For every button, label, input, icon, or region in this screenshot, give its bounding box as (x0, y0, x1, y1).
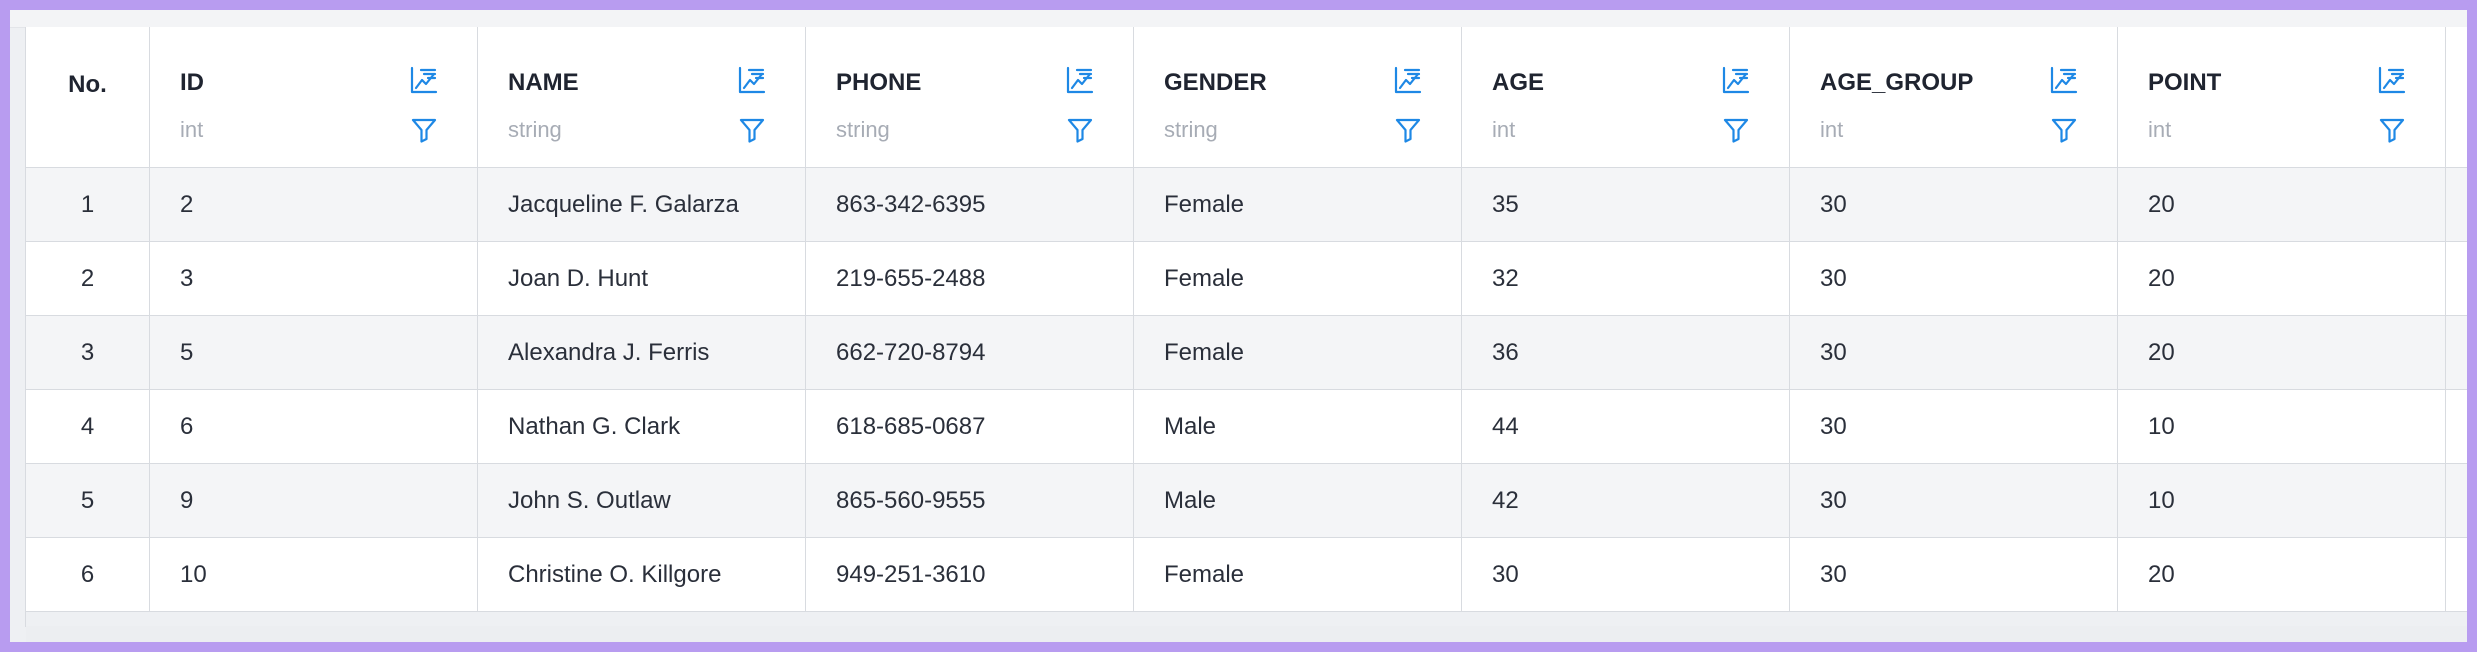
cell-id[interactable]: 10 (150, 538, 478, 612)
column-filter-icon[interactable] (2377, 115, 2407, 145)
column-type: int (2148, 117, 2172, 142)
column-type: int (1820, 117, 1844, 142)
row-number: 5 (26, 464, 150, 538)
column-stats-icon[interactable] (1721, 65, 1751, 95)
cell-age[interactable]: 35 (1462, 168, 1790, 242)
column-name: PHONE (836, 69, 922, 96)
cell-age[interactable]: 30 (1462, 538, 1790, 612)
cell-name[interactable]: John S. Outlaw (478, 464, 806, 538)
row-number: 3 (26, 316, 150, 390)
column-stats-icon[interactable] (409, 65, 439, 95)
column-stats-icon[interactable] (1393, 65, 1423, 95)
cell-phone[interactable]: 618-685-0687 (806, 390, 1134, 464)
cell-age[interactable]: 44 (1462, 390, 1790, 464)
column-filter-icon[interactable] (409, 115, 439, 145)
column-filter-icon[interactable] (2049, 115, 2079, 145)
column-type: int (180, 117, 204, 142)
cell-point[interactable]: 10 (2118, 464, 2446, 538)
cell-phone[interactable]: 219-655-2488 (806, 242, 1134, 316)
cell-age[interactable]: 36 (1462, 316, 1790, 390)
column-type: int (1492, 117, 1516, 142)
column-stats-icon[interactable] (1065, 65, 1095, 95)
header-age[interactable]: AGE int (1462, 27, 1790, 167)
cell-point[interactable]: 20 (2118, 168, 2446, 242)
row-number: 2 (26, 242, 150, 316)
row-number: 1 (26, 168, 150, 242)
row-number: 4 (26, 390, 150, 464)
column-name: AGE (1492, 69, 1545, 96)
cell-gender[interactable]: Female (1134, 168, 1462, 242)
table-row[interactable]: 5 9 John S. Outlaw 865-560-9555 Male 42 30 10 (26, 464, 2467, 538)
header-age-group[interactable]: AGE_GROUPint (1790, 27, 2118, 167)
column-name: ID (180, 69, 204, 96)
cell-age-group[interactable]: 30 (1790, 242, 2118, 316)
column-stats-icon[interactable] (737, 65, 767, 95)
header-no-label: No. (68, 71, 107, 98)
grid-header: No. ID int NAME string PHONE string GENDER s… (26, 27, 2467, 168)
cell-point[interactable]: 20 (2118, 242, 2446, 316)
table-row[interactable]: 2 3 Joan D. Hunt 219-655-2488 Female 32 30 20 (26, 242, 2467, 316)
cell-age-group[interactable]: 30 (1790, 168, 2118, 242)
data-grid-frame: No. ID int NAME string PHONE string GENDER s… (10, 10, 2467, 642)
cell-id[interactable]: 3 (150, 242, 478, 316)
cell-gender[interactable]: Female (1134, 316, 1462, 390)
cell-phone[interactable]: 949-251-3610 (806, 538, 1134, 612)
header-name[interactable]: NAME string (478, 27, 806, 167)
header-gender[interactable]: GENDER string (1134, 27, 1462, 167)
cell-id[interactable]: 2 (150, 168, 478, 242)
cell-name[interactable]: Joan D. Hunt (478, 242, 806, 316)
column-name: NAME (508, 69, 579, 96)
column-name: AGE_GROUP (1820, 69, 1974, 96)
row-number: 6 (26, 538, 150, 612)
grid-footer (26, 626, 2467, 642)
cell-age[interactable]: 42 (1462, 464, 1790, 538)
cell-age-group[interactable]: 30 (1790, 316, 2118, 390)
cell-name[interactable]: Jacqueline F. Galarza (478, 168, 806, 242)
cell-point[interactable]: 10 (2118, 390, 2446, 464)
header-no[interactable]: No. (26, 27, 150, 167)
column-type: string (508, 117, 562, 142)
cell-id[interactable]: 6 (150, 390, 478, 464)
cell-phone[interactable]: 863-342-6395 (806, 168, 1134, 242)
header-phone[interactable]: PHONE string (806, 27, 1134, 167)
cell-point[interactable]: 20 (2118, 538, 2446, 612)
table-row[interactable]: 4 6 Nathan G. Clark 618-685-0687 Male 44 30 10 (26, 390, 2467, 464)
column-filter-icon[interactable] (1721, 115, 1751, 145)
cell-age-group[interactable]: 30 (1790, 464, 2118, 538)
header-point[interactable]: POINT int (2118, 27, 2446, 167)
cell-age-group[interactable]: 30 (1790, 538, 2118, 612)
cell-gender[interactable]: Male (1134, 464, 1462, 538)
column-stats-icon[interactable] (2049, 65, 2079, 95)
column-type: string (836, 117, 890, 142)
data-grid: No. ID int NAME string PHONE string GENDER s… (25, 27, 2467, 642)
cell-name[interactable]: Alexandra J. Ferris (478, 316, 806, 390)
cell-gender[interactable]: Female (1134, 242, 1462, 316)
column-type: string (1164, 117, 1218, 142)
column-filter-icon[interactable] (1065, 115, 1095, 145)
cell-id[interactable]: 5 (150, 316, 478, 390)
cell-phone[interactable]: 865-560-9555 (806, 464, 1134, 538)
cell-age[interactable]: 32 (1462, 242, 1790, 316)
cell-name[interactable]: Christine O. Killgore (478, 538, 806, 612)
cell-gender[interactable]: Female (1134, 538, 1462, 612)
column-filter-icon[interactable] (1393, 115, 1423, 145)
column-name: POINT (2148, 69, 2222, 96)
column-filter-icon[interactable] (737, 115, 767, 145)
table-row[interactable]: 6 10 Christine O. Killgore 949-251-3610 Fema… (26, 538, 2467, 612)
column-name: GENDER (1164, 69, 1267, 96)
header-id[interactable]: ID int (150, 27, 478, 167)
cell-age-group[interactable]: 30 (1790, 390, 2118, 464)
cell-name[interactable]: Nathan G. Clark (478, 390, 806, 464)
cell-phone[interactable]: 662-720-8794 (806, 316, 1134, 390)
cell-gender[interactable]: Male (1134, 390, 1462, 464)
table-row[interactable]: 3 5 Alexandra J. Ferris 662-720-8794 Female 3… (26, 316, 2467, 390)
table-row[interactable]: 1 2 Jacqueline F. Galarza 863-342-6395 Femal… (26, 168, 2467, 242)
cell-id[interactable]: 9 (150, 464, 478, 538)
cell-point[interactable]: 20 (2118, 316, 2446, 390)
column-stats-icon[interactable] (2377, 65, 2407, 95)
grid-top-strip (10, 10, 2467, 28)
